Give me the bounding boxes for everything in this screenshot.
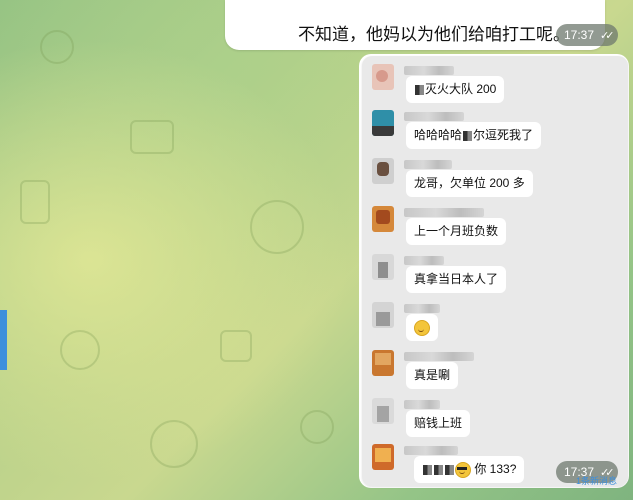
avatar [372, 254, 394, 280]
left-edge-accent [0, 310, 7, 370]
redacted-mosaic [434, 464, 443, 475]
message-bubble[interactable]: 真是唰 [406, 362, 459, 389]
doodle-pattern [60, 330, 100, 370]
doodle-pattern [20, 180, 50, 224]
avatar [372, 350, 394, 376]
sender-name-redacted [404, 256, 444, 265]
sender-name-redacted [404, 66, 454, 75]
grimace-emoji-icon [414, 319, 430, 336]
avatar [372, 110, 394, 136]
message-bubble[interactable]: 上一个月班负数 [406, 218, 507, 245]
message-text: 尔逗死我了 [473, 128, 534, 142]
sender-name-redacted [404, 160, 452, 169]
sender-name-redacted [404, 208, 484, 217]
time-label: 17:37 [564, 28, 595, 42]
sender-name-redacted [404, 304, 440, 313]
message-text: 不知道，他妈以为他们给咱打工呢。 [298, 25, 570, 44]
message-bubble[interactable]: 赔钱上班 [406, 410, 471, 437]
message-bubble[interactable]: 灭火大队 200 [406, 76, 505, 103]
sender-name-redacted [404, 112, 464, 121]
redacted-mosaic [423, 464, 432, 475]
doodle-pattern [150, 420, 198, 468]
message-bubble[interactable]: 哈哈哈哈 尔逗死我了 [406, 122, 542, 149]
message-text: 上一个月班负数 [414, 224, 499, 238]
sender-name-redacted [404, 352, 474, 361]
message-bubble[interactable]: 龙哥，欠单位 200 多 [406, 170, 533, 197]
avatar [372, 444, 394, 470]
forwarded-history-panel[interactable]: 灭火大队 200 哈哈哈哈尔逗死我了 龙哥，欠单位 200 多 上一个月班负数 [362, 56, 628, 486]
doodle-pattern [220, 330, 252, 362]
message-bubble[interactable]: 你 133? [414, 456, 525, 483]
doodle-pattern [130, 120, 174, 154]
redacted-mosaic [415, 84, 424, 95]
message-text: 真是唰 [414, 368, 451, 382]
message-text: 哈哈哈哈 [414, 128, 463, 142]
sender-name-redacted [404, 400, 440, 409]
read-checks-icon: ✓✓ [600, 30, 615, 42]
message-time: 17:37 ✓✓ [556, 24, 619, 46]
message-text: 你 133? [474, 462, 517, 476]
message-text: 龙哥，欠单位 200 多 [414, 176, 525, 190]
avatar [372, 64, 394, 90]
doodle-pattern [300, 410, 334, 444]
avatar [372, 302, 394, 328]
sunglasses-emoji-icon [455, 461, 471, 478]
message-text: 灭火大队 200 [425, 82, 497, 96]
outgoing-message-bubble[interactable]: 不知道，他妈以为他们给咱打工呢。 [225, 0, 605, 50]
doodle-pattern [250, 200, 304, 254]
message-text: 真拿当日本人了 [414, 272, 499, 286]
new-messages-badge[interactable]: 1条新消息 [576, 474, 617, 487]
avatar [372, 206, 394, 232]
message-bubble[interactable] [406, 314, 438, 341]
sender-name-redacted [404, 446, 458, 455]
message-bubble[interactable]: 真拿当日本人了 [406, 266, 507, 293]
avatar [372, 158, 394, 184]
redacted-mosaic [445, 464, 454, 475]
doodle-pattern [40, 30, 74, 64]
redacted-mosaic [463, 130, 473, 141]
avatar [372, 398, 394, 424]
message-text: 赔钱上班 [414, 416, 463, 430]
